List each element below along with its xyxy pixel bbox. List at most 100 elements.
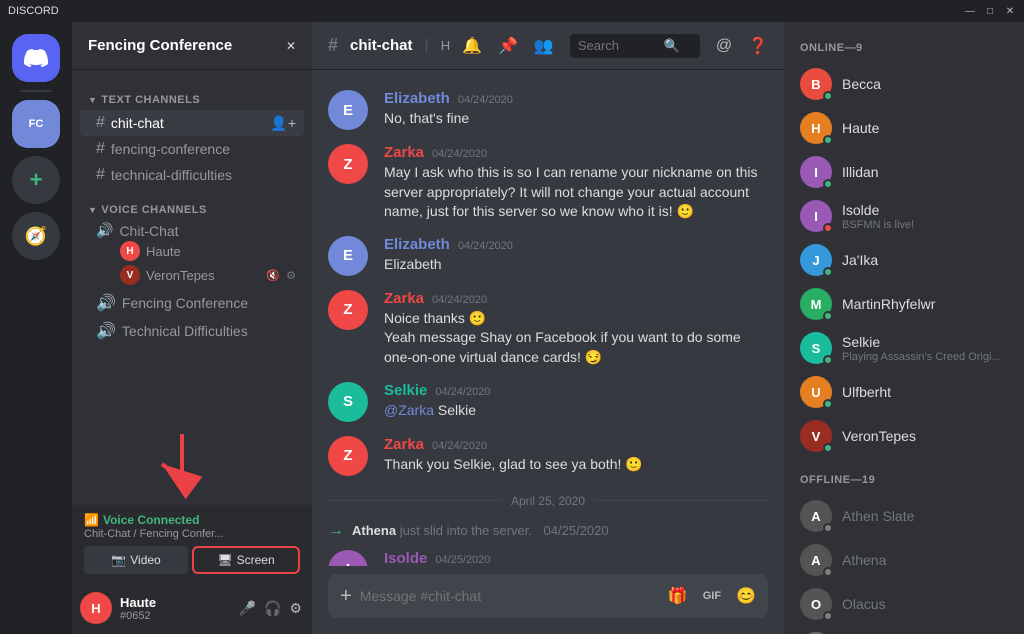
members-icon[interactable]: 👥 — [534, 36, 554, 56]
member-item-martinrhyfelwr[interactable]: M MartinRhyfelwr — [792, 282, 1016, 326]
voice-channel-technical-difficulties[interactable]: 🔊 Technical Difficulties — [80, 317, 304, 345]
maximize-button[interactable]: □ — [984, 6, 996, 17]
system-message-athena: → Athena just slid into the server. 04/2… — [328, 518, 768, 544]
member-item-don-corazen[interactable]: D Don Corazen — [792, 626, 1016, 634]
signal-icon: 📶 — [84, 513, 99, 527]
headphone-icon[interactable]: 🎧 — [262, 598, 283, 619]
titlebar: DISCORD — □ ✕ — [0, 0, 1024, 22]
msg-text-elizabeth-1: No, that's fine — [384, 109, 768, 129]
member-item-olacus[interactable]: O Olacus — [792, 582, 1016, 626]
voice-channel-fencing-conference[interactable]: 🔊 Fencing Conference — [80, 289, 304, 317]
member-item-illidan[interactable]: I Illidan — [792, 150, 1016, 194]
emoji-icon[interactable]: 😊 — [736, 586, 756, 606]
screen-button[interactable]: 🖥 Screen — [192, 546, 300, 574]
message-group-isolde: I Isolde 04/25/2020 Heyo! — [328, 546, 768, 566]
member-item-becca[interactable]: B Becca — [792, 62, 1016, 106]
main-content: # chit-chat | Have a conversation and ch… — [312, 22, 784, 634]
msg-timestamp-elizabeth-1: 04/24/2020 — [458, 94, 513, 106]
message-group-selkie: S Selkie 04/24/2020 @Zarka Selkie — [328, 378, 768, 426]
channel-item-fencing-conference[interactable]: # fencing-conference — [80, 136, 304, 162]
msg-header-elizabeth-2: Elizabeth 04/24/2020 — [384, 236, 768, 253]
voice-user-verontepes-name: VeronTepes — [146, 268, 215, 283]
gift-icon[interactable]: 🎁 — [668, 586, 688, 606]
member-item-athena[interactable]: A Athena — [792, 538, 1016, 582]
msg-header-zarka-2: Zarka 04/24/2020 — [384, 290, 768, 307]
message-group-zarka-3: Z Zarka 04/24/2020 Thank you Selkie, gla… — [328, 432, 768, 480]
category-voice-channels[interactable]: ▼ VOICE CHANNELS — [72, 188, 312, 220]
member-avatar-verontepes: V — [800, 420, 832, 452]
system-user-athena: Athena — [352, 523, 396, 538]
cat-arrow-voice: ▼ — [88, 205, 97, 215]
member-item-athen-slate[interactable]: A Athen Slate — [792, 494, 1016, 538]
channel-sidebar: Fencing Conference ✕ ▼ TEXT CHANNELS # c… — [72, 22, 312, 634]
activity-icon: ⚙ — [286, 269, 296, 282]
voice-user-haute-avatar: H — [120, 241, 140, 261]
settings-icon[interactable]: ⚙ — [287, 598, 304, 619]
server-icon-home[interactable] — [12, 34, 60, 82]
at-icon[interactable]: @ — [716, 37, 732, 55]
add-member-icon[interactable]: 👤+ — [270, 115, 296, 132]
user-info: Haute #0652 — [120, 595, 229, 622]
member-name-illidan: Illidan — [842, 164, 1008, 180]
search-icon: 🔍 — [664, 38, 680, 54]
msg-timestamp-elizabeth-2: 04/24/2020 — [458, 240, 513, 252]
server-icon-explore[interactable]: 🧭 — [12, 212, 60, 260]
msg-header-isolde: Isolde 04/25/2020 — [384, 550, 768, 566]
msg-username-elizabeth-2: Elizabeth — [384, 236, 450, 253]
member-item-ulfberht[interactable]: U Ulfberht — [792, 370, 1016, 414]
voice-connected-text: 📶 Voice Connected — [84, 513, 300, 527]
avatar-selkie: S — [328, 382, 368, 422]
message-group-zarka-2: Z Zarka 04/24/2020 Noice thanks 🙂 Yeah m… — [328, 286, 768, 372]
bell-icon[interactable]: 🔔 — [462, 36, 482, 56]
msg-header-selkie: Selkie 04/24/2020 — [384, 382, 768, 399]
message-group-elizabeth-2: E Elizabeth 04/24/2020 Elizabeth — [328, 232, 768, 280]
msg-header-zarka-1: Zarka 04/24/2020 — [384, 144, 768, 161]
mention-zarka: @Zarka — [384, 402, 434, 418]
help-icon[interactable]: ❓ — [748, 36, 768, 56]
member-item-selkie[interactable]: S Selkie Playing Assassin's Creed Origi.… — [792, 326, 1016, 370]
voice-user-verontepes-avatar: V — [120, 265, 140, 285]
member-item-haute[interactable]: H Haute — [792, 106, 1016, 150]
chat-header: # chit-chat | Have a conversation and ch… — [312, 22, 784, 70]
channel-name-chit-chat: chit-chat — [111, 115, 264, 131]
join-arrow-icon: → — [328, 522, 344, 540]
minimize-button[interactable]: — — [964, 6, 976, 17]
msg-timestamp-isolde: 04/25/2020 — [435, 554, 490, 566]
member-name-haute: Haute — [842, 120, 1008, 136]
member-item-jaika[interactable]: J Ja'Ika — [792, 238, 1016, 282]
close-button[interactable]: ✕ — [1004, 6, 1016, 17]
status-dot-olacus — [823, 611, 833, 621]
category-text-channels[interactable]: ▼ TEXT CHANNELS — [72, 78, 312, 110]
member-avatar-haute: H — [800, 112, 832, 144]
member-item-isolde[interactable]: I Isolde BSFMN is live! — [792, 194, 1016, 238]
pin-icon[interactable]: 📌 — [498, 36, 518, 56]
msg-username-zarka-1: Zarka — [384, 144, 424, 161]
channel-item-technical-difficulties[interactable]: # technical-difficulties — [80, 162, 304, 188]
member-sub-selkie: Playing Assassin's Creed Origi... — [842, 351, 1008, 363]
member-item-verontepes[interactable]: V VeronTepes — [792, 414, 1016, 458]
msg-content-zarka-1: Zarka 04/24/2020 May I ask who this is s… — [384, 144, 768, 222]
gif-icon[interactable]: GIF — [700, 588, 724, 604]
microphone-icon[interactable]: 🎤 — [237, 598, 258, 619]
msg-text-zarka-2a: Noice thanks 🙂 — [384, 309, 768, 329]
server-icon-add[interactable]: + — [12, 156, 60, 204]
server-header[interactable]: Fencing Conference ✕ — [72, 22, 312, 70]
search-bar[interactable]: 🔍 — [570, 34, 700, 58]
member-name-olacus: Olacus — [842, 596, 1008, 612]
message-input-box: + 🎁 GIF 😊 — [328, 574, 768, 618]
video-button[interactable]: 📷 Video — [84, 546, 188, 574]
member-avatar-athen: A — [800, 500, 832, 532]
msg-header-elizabeth-1: Elizabeth 04/24/2020 — [384, 90, 768, 107]
server-icon-fencing[interactable]: FC — [12, 100, 60, 148]
server-header-chevron: ✕ — [286, 39, 296, 53]
attach-icon[interactable]: + — [340, 585, 352, 608]
user-tag: #0652 — [120, 610, 229, 622]
voice-channel-chit-chat[interactable]: 🔊 Chit-Chat H Haute V VeronTepes 🔇 ⚙ — [80, 220, 304, 289]
msg-username-zarka-2: Zarka — [384, 290, 424, 307]
message-input[interactable] — [360, 588, 660, 604]
member-avatar-jaika: J — [800, 244, 832, 276]
search-input[interactable] — [578, 38, 658, 53]
channel-name-technical: technical-difficulties — [111, 167, 296, 183]
channel-item-chit-chat[interactable]: # chit-chat 👤+ — [80, 110, 304, 136]
status-dot-athena — [823, 567, 833, 577]
